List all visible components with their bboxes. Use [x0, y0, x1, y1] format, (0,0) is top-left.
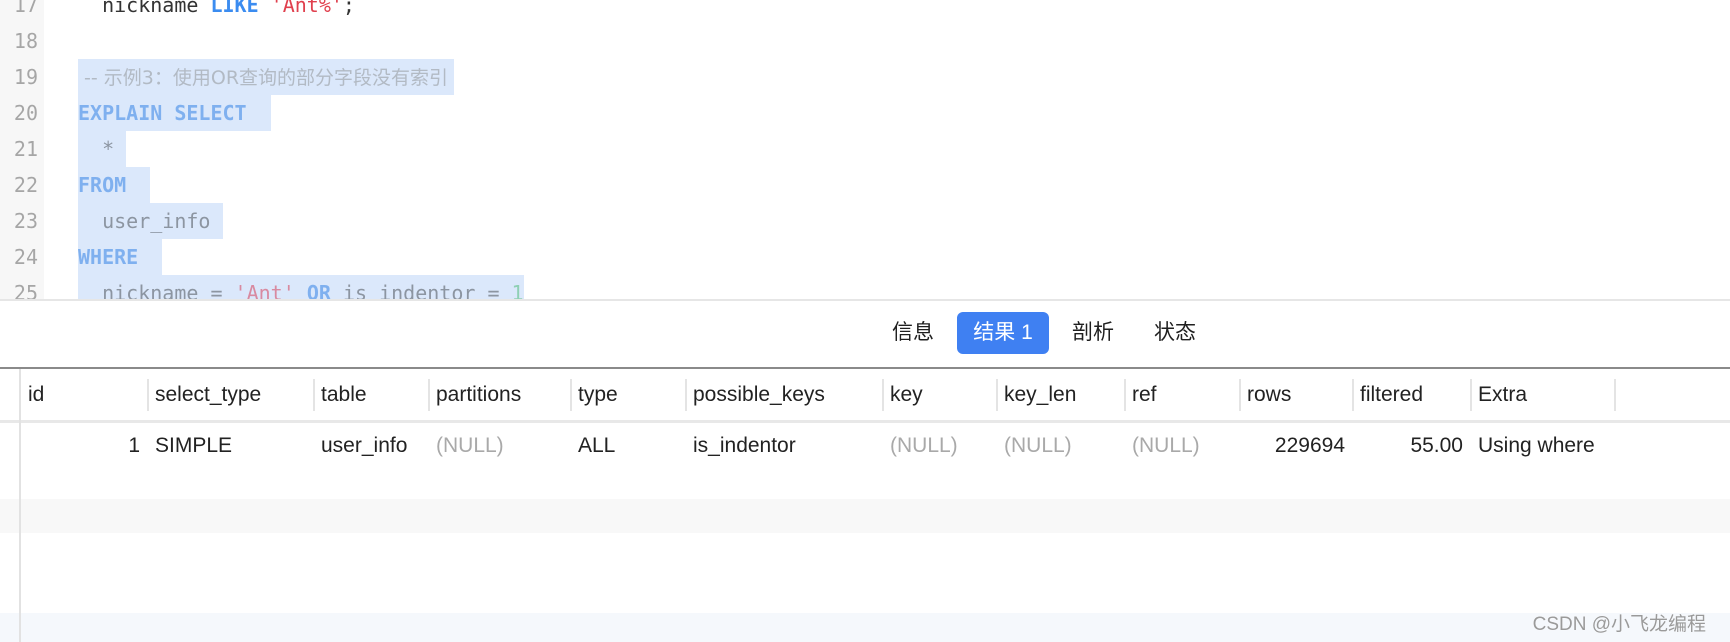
line-number: 25	[13, 281, 38, 300]
cell-key[interactable]: (NULL)	[883, 423, 997, 469]
tab-profile[interactable]: 剖析	[1058, 312, 1128, 354]
sql-keyword: EXPLAIN SELECT	[78, 101, 247, 125]
selected-code-text[interactable]: -- 示例3：使用OR查询的部分字段没有索引	[78, 59, 455, 95]
column-header-extra[interactable]: Extra	[1471, 369, 1615, 421]
sql-keyword: FROM	[78, 173, 127, 197]
line-number: 20	[13, 101, 38, 125]
selected-code-text[interactable]: WHERE	[78, 239, 163, 275]
code-token: *	[78, 137, 127, 161]
column-header-table[interactable]: table	[314, 369, 429, 421]
column-header-ref[interactable]: ref	[1125, 369, 1240, 421]
watermark: CSDN @小飞龙编程	[1532, 614, 1706, 635]
code-token: is_indentor =	[330, 281, 512, 300]
code-token: user_info	[78, 209, 223, 233]
sql-keyword: LIKE	[210, 0, 259, 17]
result-grid[interactable]: id select_type table partitions type pos…	[0, 369, 1730, 642]
empty-row-striped	[0, 499, 1730, 533]
grid-header: id select_type table partitions type pos…	[0, 369, 1730, 421]
cell-id[interactable]: 1	[21, 423, 148, 469]
cell-possible-keys[interactable]: is_indentor	[686, 423, 883, 469]
selected-code-text[interactable]: FROM	[78, 167, 151, 203]
line-number: 17	[13, 0, 38, 17]
column-header-key[interactable]: key	[883, 369, 997, 421]
selected-code-text[interactable]: nickname = 'Ant' OR is_indentor = 1	[78, 275, 524, 300]
sql-editor[interactable]: 17 nickname LIKE 'Ant%'; 18 19 -- 示例3：使用OR…	[0, 0, 1730, 300]
column-header-rows[interactable]: rows	[1240, 369, 1353, 421]
result-tabs: 信息 结果 1 剖析 状态	[0, 312, 1730, 354]
tab-info[interactable]: 信息	[878, 312, 948, 354]
code-token: nickname	[78, 0, 211, 17]
code-line[interactable]: 25 nickname = 'Ant' OR is_indentor = 1	[0, 275, 1730, 300]
column-header-id[interactable]: id	[21, 369, 148, 421]
column-header-select-type[interactable]: select_type	[148, 369, 314, 421]
selected-code-text[interactable]: EXPLAIN SELECT	[78, 95, 271, 131]
selected-code-text[interactable]: *	[78, 131, 127, 167]
code-line[interactable]: 18	[0, 23, 1730, 59]
cell-extra[interactable]: Using where	[1471, 423, 1631, 469]
cell-rows[interactable]: 229694	[1240, 423, 1353, 469]
column-header-key-len[interactable]: key_len	[997, 369, 1125, 421]
tab-result-1[interactable]: 结果 1	[957, 312, 1049, 354]
code-line[interactable]: 20 EXPLAIN SELECT	[0, 95, 1730, 131]
cell-key-len[interactable]: (NULL)	[997, 423, 1125, 469]
number-literal: 1	[511, 281, 524, 300]
code-token: nickname =	[78, 281, 235, 300]
code-text[interactable]: nickname LIKE 'Ant%';	[78, 0, 355, 23]
row-header-divider	[19, 369, 21, 642]
editor-divider[interactable]	[0, 299, 1730, 301]
code-token: ;	[342, 0, 355, 17]
tab-status[interactable]: 状态	[1140, 312, 1210, 354]
line-number: 19	[13, 65, 38, 89]
line-number: 21	[13, 137, 38, 161]
line-number: 23	[13, 209, 38, 233]
sql-keyword: WHERE	[78, 245, 139, 269]
empty-row-highlight	[0, 613, 1730, 642]
line-number: 18	[13, 29, 38, 53]
code-line[interactable]: 19 -- 示例3：使用OR查询的部分字段没有索引	[0, 59, 1730, 95]
cell-select-type[interactable]: SIMPLE	[148, 423, 314, 469]
column-header-possible-keys[interactable]: possible_keys	[686, 369, 883, 421]
cell-ref[interactable]: (NULL)	[1125, 423, 1240, 469]
code-line[interactable]: 23 user_info	[0, 203, 1730, 239]
column-resize-handle[interactable]	[1614, 379, 1616, 411]
cell-table[interactable]: user_info	[314, 423, 429, 469]
cell-filtered[interactable]: 55.00	[1353, 423, 1471, 469]
line-number: 24	[13, 245, 38, 269]
code-line[interactable]: 17 nickname LIKE 'Ant%';	[0, 0, 1730, 23]
code-line[interactable]: 22 FROM	[0, 167, 1730, 203]
code-line[interactable]: 21 *	[0, 131, 1730, 167]
column-header-filtered[interactable]: filtered	[1353, 369, 1471, 421]
string-literal: 'Ant%'	[270, 0, 343, 17]
table-row[interactable]: 1 SIMPLE user_info (NULL) ALL is_indento…	[21, 423, 1730, 469]
selected-code-text[interactable]: user_info	[78, 203, 223, 239]
code-line[interactable]: 24 WHERE	[0, 239, 1730, 275]
cell-type[interactable]: ALL	[571, 423, 686, 469]
string-literal: 'Ant'	[234, 281, 295, 300]
cell-partitions[interactable]: (NULL)	[429, 423, 571, 469]
sql-keyword: OR	[306, 281, 331, 300]
line-number: 22	[13, 173, 38, 197]
sql-comment: -- 示例3：使用OR查询的部分字段没有索引	[78, 67, 455, 89]
column-header-type[interactable]: type	[571, 369, 686, 421]
column-header-partitions[interactable]: partitions	[429, 369, 571, 421]
